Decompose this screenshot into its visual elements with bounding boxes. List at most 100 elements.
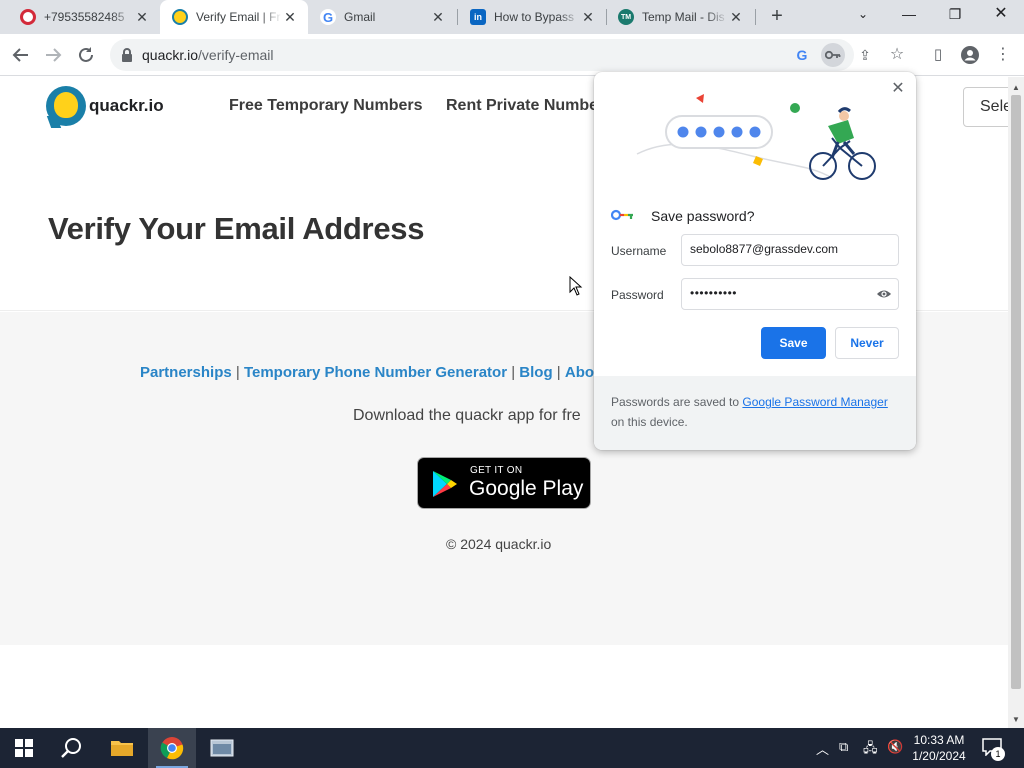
windows-logo-icon (15, 739, 33, 757)
password-key-icon[interactable] (821, 43, 845, 67)
brand-name[interactable]: quackr.io (89, 96, 164, 116)
google-play-button[interactable]: GET IT ON Google Play (417, 457, 591, 509)
password-label: Password (611, 288, 664, 302)
volume-muted-icon[interactable]: 🔇 (887, 739, 903, 755)
tray-chevron-icon[interactable]: ︿ (816, 739, 829, 758)
page-scrollbar[interactable]: ▲ ▼ (1008, 77, 1024, 728)
restore-button[interactable]: ❐ (932, 0, 978, 30)
footer-links: Partnerships | Temporary Phone Number Ge… (140, 364, 631, 381)
new-tab-button[interactable]: + (766, 5, 788, 27)
save-button[interactable]: Save (761, 327, 826, 359)
tab-separator (755, 9, 756, 25)
select-label: Sele (980, 98, 1008, 115)
scroll-thumb[interactable] (1011, 95, 1021, 689)
eye-icon[interactable] (876, 287, 892, 301)
quackr-logo[interactable] (46, 86, 86, 128)
google-play-icon (433, 471, 457, 497)
close-tab-icon[interactable]: ✕ (134, 9, 150, 26)
linkedin-icon: in (470, 9, 486, 25)
google-key-icon (611, 209, 633, 221)
clock-date: 1/20/2024 (912, 749, 966, 763)
download-text: Download the quackr app for fre (353, 407, 581, 424)
close-tab-icon[interactable]: ✕ (282, 9, 298, 26)
tab-2-active[interactable]: Verify Email | Fr ✕ (160, 0, 308, 34)
back-arrow-icon (12, 48, 28, 62)
network-icon[interactable]: 🖧 (863, 739, 878, 761)
app-window-icon (210, 739, 234, 757)
close-window-button[interactable]: ✕ (978, 0, 1024, 30)
forward-arrow-icon (46, 48, 62, 62)
mouse-cursor-icon (569, 276, 583, 296)
file-explorer-button[interactable] (98, 728, 146, 768)
forward-button[interactable] (40, 42, 66, 68)
username-value: sebolo8877@grassdev.com (690, 242, 839, 256)
footer-link-partnerships[interactable]: Partnerships (140, 364, 232, 381)
select-dropdown[interactable]: Sele (963, 87, 1008, 127)
start-button[interactable] (0, 728, 48, 768)
google-icon: G (320, 9, 336, 25)
app-taskbar-button[interactable] (198, 728, 246, 768)
back-button[interactable] (8, 42, 34, 68)
tab-search-button[interactable]: ⌄ (840, 0, 886, 30)
close-tab-icon[interactable]: ✕ (728, 9, 744, 26)
nav-rent-numbers[interactable]: Rent Private Numbe (446, 97, 598, 115)
taskbar-clock[interactable]: 10:33 AM 1/20/2024 (906, 732, 972, 764)
username-label: Username (611, 244, 667, 258)
username-field[interactable]: sebolo8877@grassdev.com (681, 234, 899, 266)
notification-count-badge: 1 (991, 747, 1005, 761)
clock-time: 10:33 AM (913, 733, 965, 747)
nav-free-numbers[interactable]: Free Temporary Numbers (229, 97, 423, 115)
tab-4[interactable]: in How to Bypass ✕ (458, 0, 606, 34)
menu-kebab-icon[interactable]: ⋮ (990, 42, 1016, 68)
tab-title: +79535582485 (44, 10, 125, 24)
chrome-taskbar-button[interactable] (148, 728, 196, 768)
url-text: quackr.io/verify-email (142, 47, 274, 63)
address-bar[interactable]: quackr.io/verify-email G ⇪ ☆ (110, 39, 904, 71)
opera-icon (20, 9, 36, 25)
google-lens-icon[interactable]: G (790, 43, 814, 67)
scroll-up-icon[interactable]: ▲ (1012, 83, 1020, 92)
folder-icon (111, 741, 133, 756)
profile-avatar-icon[interactable] (957, 42, 983, 68)
search-icon (61, 738, 81, 758)
scroll-down-icon[interactable]: ▼ (1012, 715, 1020, 724)
tab-title: Gmail (344, 10, 376, 24)
tab-3[interactable]: G Gmail ✕ (308, 0, 456, 34)
gplay-small-text: GET IT ON (470, 465, 523, 476)
close-icon[interactable]: ✕ (888, 79, 908, 99)
minimize-button[interactable]: — (886, 0, 932, 30)
tempmail-icon: TM (618, 9, 634, 25)
footer-link-blog[interactable]: Blog (519, 364, 552, 381)
close-tab-icon[interactable]: ✕ (430, 9, 446, 26)
share-icon[interactable]: ⇪ (853, 43, 877, 67)
search-button[interactable] (48, 728, 96, 768)
browser-toolbar: quackr.io/verify-email G ⇪ ☆ ▯ ⋮ (0, 34, 1024, 76)
tray-app-icon[interactable]: ⧉ (839, 739, 848, 755)
footnote-text-end: on this device. (611, 415, 688, 429)
never-button[interactable]: Never (835, 327, 899, 359)
footnote-text: Passwords are saved to (611, 395, 743, 409)
tab-5[interactable]: TM Temp Mail - Dis ✕ (606, 0, 754, 34)
password-field[interactable]: •••••••••• (681, 278, 899, 310)
close-tab-icon[interactable]: ✕ (580, 9, 596, 26)
side-panel-icon[interactable]: ▯ (925, 42, 951, 68)
copyright: © 2024 quackr.io (446, 536, 552, 552)
reload-icon (79, 47, 93, 62)
password-illustration (636, 94, 876, 180)
footer-link-generator[interactable]: Temporary Phone Number Generator (244, 364, 507, 381)
dialog-title: Save password? (651, 208, 755, 224)
password-manager-link[interactable]: Google Password Manager (742, 395, 887, 409)
tab-title: How to Bypass (494, 10, 575, 24)
page-title: Verify Your Email Address (48, 211, 425, 246)
bookmark-star-icon[interactable]: ☆ (885, 43, 909, 67)
tab-title: Temp Mail - Dis (642, 10, 725, 24)
password-footnote: Passwords are saved to Google Password M… (594, 376, 916, 450)
tab-1[interactable]: +79535582485 ✕ (8, 0, 160, 34)
tab-strip: +79535582485 ✕ Verify Email | Fr ✕ G Gma… (0, 0, 1024, 34)
quackr-icon (172, 9, 188, 25)
save-password-dialog: ✕ Save password? Username sebolo8877@gra… (594, 72, 916, 450)
gplay-big-text: Google Play (469, 477, 584, 500)
windows-taskbar: ︿ ⧉ 🖧 🔇 10:33 AM 1/20/2024 1 (0, 728, 1024, 768)
lock-icon (122, 48, 132, 62)
reload-button[interactable] (73, 42, 99, 68)
